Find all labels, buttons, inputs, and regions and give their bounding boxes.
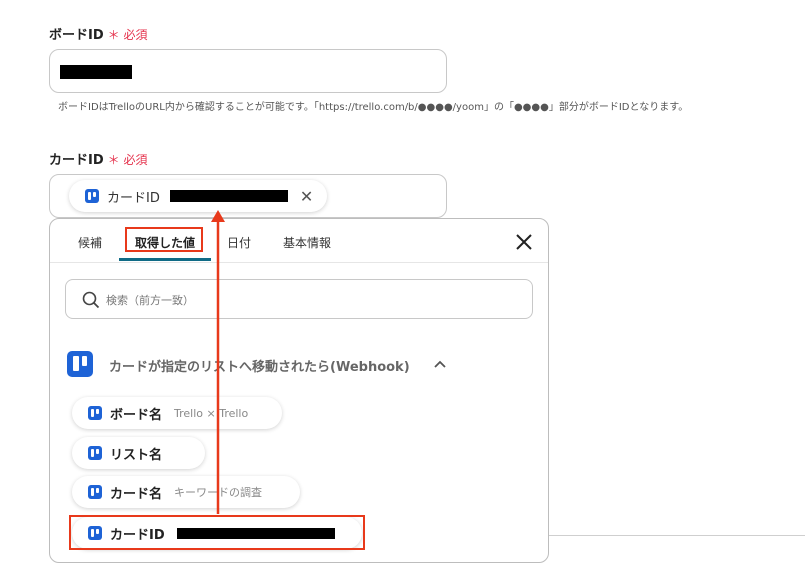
trello-icon: [88, 406, 102, 420]
list-item[interactable]: カード名 キーワードの調査: [72, 476, 300, 508]
item-name: ボード名: [110, 407, 163, 423]
item-name: リスト名: [110, 447, 163, 463]
redacted-value: [169, 190, 288, 202]
search-placeholder: 検索（前方一致）: [106, 294, 194, 307]
board-id-input[interactable]: [49, 49, 447, 93]
board-id-label: ボードID ＊ 必須: [49, 24, 148, 43]
required-text: 必須: [123, 28, 148, 42]
close-panel-icon[interactable]: [515, 233, 533, 251]
chevron-up-icon[interactable]: [434, 360, 446, 368]
divider: [549, 535, 805, 536]
tab-basic-info[interactable]: 基本情報: [283, 234, 331, 251]
active-tab-indicator: [119, 258, 211, 261]
required-text: 必須: [123, 153, 148, 167]
tab-highlight-box: [125, 227, 203, 252]
board-id-label-text: ボードID: [49, 28, 104, 43]
board-id-hint: ボードIDはTrelloのURL内から確認することが可能です。「https://…: [58, 102, 689, 113]
tab-date[interactable]: 日付: [227, 234, 251, 251]
card-id-input[interactable]: カードID ✕: [49, 174, 447, 218]
arrow-icon: [211, 210, 225, 514]
required-mark: ＊ 必須: [108, 153, 148, 167]
trello-icon: [88, 485, 102, 499]
close-icon[interactable]: ✕: [300, 187, 313, 206]
token-label: カードID: [107, 190, 160, 206]
trello-icon: [85, 189, 99, 203]
value-picker-panel: [49, 218, 549, 563]
required-mark: ＊ 必須: [108, 28, 148, 42]
list-item[interactable]: リスト名: [72, 437, 205, 469]
card-id-token[interactable]: カードID ✕: [69, 180, 327, 212]
redacted-value: [60, 65, 132, 79]
required-asterisk: ＊: [107, 153, 120, 167]
item-highlight-box: [69, 515, 365, 550]
trello-icon: [88, 446, 102, 460]
item-name: カード名: [110, 486, 163, 502]
trello-icon: [67, 351, 93, 377]
tab-candidates[interactable]: 候補: [78, 234, 102, 251]
card-id-label-text: カードID: [49, 153, 104, 168]
tab-divider: [50, 262, 548, 263]
search-icon: [82, 291, 100, 309]
required-asterisk: ＊: [107, 28, 120, 42]
card-id-label: カードID ＊ 必須: [49, 149, 148, 168]
search-input[interactable]: 検索（前方一致）: [65, 279, 533, 319]
section-title: カードが指定のリストへ移動されたら(Webhook): [109, 360, 410, 375]
list-item[interactable]: ボード名 Trello × Trello: [72, 397, 282, 429]
